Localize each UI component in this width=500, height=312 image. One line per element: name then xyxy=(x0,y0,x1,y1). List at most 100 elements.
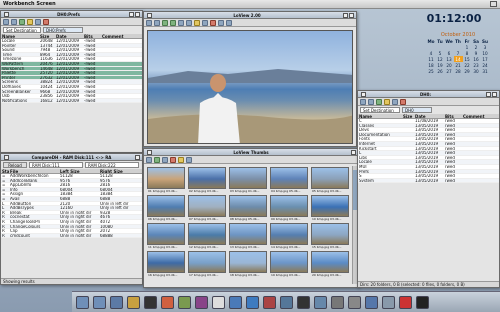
list-item[interactable]: Notifications 16812 12/01/2009 -rwed xyxy=(1,98,142,104)
thumbnail[interactable]: 03 bmp.jpg 01.db... xyxy=(229,167,267,193)
refresh-icon[interactable] xyxy=(154,156,160,163)
document-icon[interactable] xyxy=(212,295,225,309)
parent-icon[interactable] xyxy=(376,98,382,105)
column-header[interactable]: Left Size xyxy=(59,169,99,173)
view-icon[interactable] xyxy=(35,18,41,25)
shell-icon[interactable] xyxy=(144,295,157,309)
column-header[interactable]: Right Size xyxy=(99,169,139,173)
column-header[interactable]: Name xyxy=(1,34,39,38)
calendar-day[interactable]: 29 xyxy=(463,68,472,74)
column-header[interactable]: Bits xyxy=(444,114,462,118)
tab-dh0[interactable]: DH0 xyxy=(402,107,432,113)
column-header[interactable]: File xyxy=(9,169,59,173)
tab-set-destination[interactable]: Set Destination xyxy=(3,27,41,33)
reload-button[interactable]: Reload xyxy=(3,162,27,168)
compare-window-titlebar[interactable]: CompareDH - RAM Disk:111 <-> RA xyxy=(1,154,142,161)
calendar-day[interactable]: 25 xyxy=(427,68,436,74)
thumbnail[interactable]: 18 bmp.jpg 03.db... xyxy=(229,251,267,277)
zoom-out-icon[interactable] xyxy=(186,19,192,26)
column-header[interactable]: Bits xyxy=(83,34,101,38)
clock-icon[interactable] xyxy=(280,295,293,309)
camera-icon[interactable] xyxy=(161,295,174,309)
depth-button[interactable] xyxy=(135,11,140,17)
thumbnail[interactable]: 10 bmp.jpg 03.db... xyxy=(311,195,349,221)
calendar-day[interactable]: 31 xyxy=(481,68,490,74)
info-icon[interactable] xyxy=(218,19,224,26)
music-icon[interactable] xyxy=(263,295,276,309)
screen-depth-gadget[interactable] xyxy=(490,1,497,7)
thumbnail[interactable]: 17 bmp.jpg 03.db... xyxy=(188,251,226,277)
thumbnail[interactable]: 06 bmp.jpg 03.db... xyxy=(147,195,185,221)
mail-icon[interactable] xyxy=(229,295,242,309)
thumbnail[interactable]: 19 bmp.jpg 03.db... xyxy=(270,251,308,277)
thumbnail[interactable]: 07 bmp.jpg 03.db... xyxy=(188,195,226,221)
open-icon[interactable] xyxy=(146,19,152,26)
zoom-button[interactable] xyxy=(129,11,134,17)
viewer-image[interactable] xyxy=(147,30,353,144)
list-item[interactable]: Rcmdcount Only in right dir 68888 xyxy=(1,233,142,239)
left-path-field[interactable]: RAM Disk:111 xyxy=(29,162,83,168)
calendar-day[interactable]: 28 xyxy=(454,68,463,74)
photo-icon[interactable] xyxy=(178,295,191,309)
search-icon[interactable] xyxy=(331,295,344,309)
drawer-icon[interactable] xyxy=(76,295,89,309)
back-icon[interactable] xyxy=(360,98,366,105)
thumbnail[interactable]: 15 bmp.jpg 03.db... xyxy=(311,223,349,249)
settings-icon[interactable] xyxy=(226,19,232,26)
column-header[interactable]: State xyxy=(1,169,9,173)
drawer-icon[interactable] xyxy=(93,295,106,309)
viewer-window-titlebar[interactable]: LoView 2.00 xyxy=(144,12,356,19)
column-header[interactable]: Size xyxy=(39,34,55,38)
delete-icon[interactable] xyxy=(43,18,49,25)
disk-icon[interactable] xyxy=(348,295,361,309)
column-header[interactable]: Comment xyxy=(462,114,496,118)
star-icon[interactable] xyxy=(178,156,184,163)
thumbnail[interactable]: 14 bmp.jpg 03.db... xyxy=(270,223,308,249)
column-header[interactable]: Comment xyxy=(101,34,137,38)
folder-icon[interactable] xyxy=(146,156,152,163)
tab-prefs[interactable]: DH0:Prefs xyxy=(43,27,83,33)
folder-icon[interactable] xyxy=(384,98,390,105)
folder-icon[interactable] xyxy=(27,18,33,25)
people-icon[interactable] xyxy=(314,295,327,309)
view-icon[interactable] xyxy=(392,98,398,105)
calendar-day[interactable]: 30 xyxy=(472,68,481,74)
grid-icon[interactable] xyxy=(162,156,168,163)
thumbnail[interactable]: 05 bmp.jpg 03.db... xyxy=(311,167,349,193)
tools-icon[interactable] xyxy=(382,295,395,309)
delete-icon[interactable] xyxy=(400,98,406,105)
stop-icon[interactable] xyxy=(170,156,176,163)
thumbnail[interactable]: 01 bmp.jpg 03.db... xyxy=(147,167,185,193)
forward-icon[interactable] xyxy=(11,18,17,25)
save-icon[interactable] xyxy=(154,19,160,26)
rotate-icon[interactable] xyxy=(194,19,200,26)
calendar-day[interactable]: 27 xyxy=(445,68,454,74)
sort-icon[interactable] xyxy=(186,156,192,163)
zoom-button[interactable] xyxy=(343,12,348,18)
back-icon[interactable] xyxy=(3,18,9,25)
list-item[interactable]: System 13/05/2019 rwed xyxy=(358,178,499,184)
thumbnail[interactable]: 04 bmp.jpg 05.db... xyxy=(270,167,308,193)
depth-button[interactable] xyxy=(351,149,356,155)
film-icon[interactable] xyxy=(195,295,208,309)
thumbnail[interactable]: 12 bmp.jpg 03.db... xyxy=(188,223,226,249)
thumbnail[interactable]: 11 bmp.jpg 03.db... xyxy=(147,223,185,249)
zoom-in-icon[interactable] xyxy=(178,19,184,26)
zoom-button[interactable] xyxy=(486,91,491,97)
depth-button[interactable] xyxy=(135,154,140,160)
dh0-window-titlebar[interactable]: DH0: xyxy=(358,91,499,98)
media-icon[interactable] xyxy=(297,295,310,309)
thumbnail[interactable]: 16 bmp.jpg 03.db... xyxy=(147,251,185,277)
thumbnail[interactable]: 09 bmp.jpg 03.db... xyxy=(270,195,308,221)
thumbnail[interactable]: 02 bmp.jpg 03.db... xyxy=(188,167,226,193)
column-header[interactable]: Date xyxy=(55,34,83,38)
column-header[interactable]: Date xyxy=(414,114,444,118)
browser-icon[interactable] xyxy=(246,295,259,309)
thumbs-window-titlebar[interactable]: LoView Thumbs xyxy=(144,149,358,156)
tab-set-destination[interactable]: Set Destination xyxy=(360,107,400,113)
right-path-field[interactable]: RAM Disk:222 xyxy=(85,162,139,168)
next-icon[interactable] xyxy=(170,19,176,26)
calendar-day[interactable]: 26 xyxy=(436,68,445,74)
delete-icon[interactable] xyxy=(210,19,216,26)
fullscreen-icon[interactable] xyxy=(202,19,208,26)
